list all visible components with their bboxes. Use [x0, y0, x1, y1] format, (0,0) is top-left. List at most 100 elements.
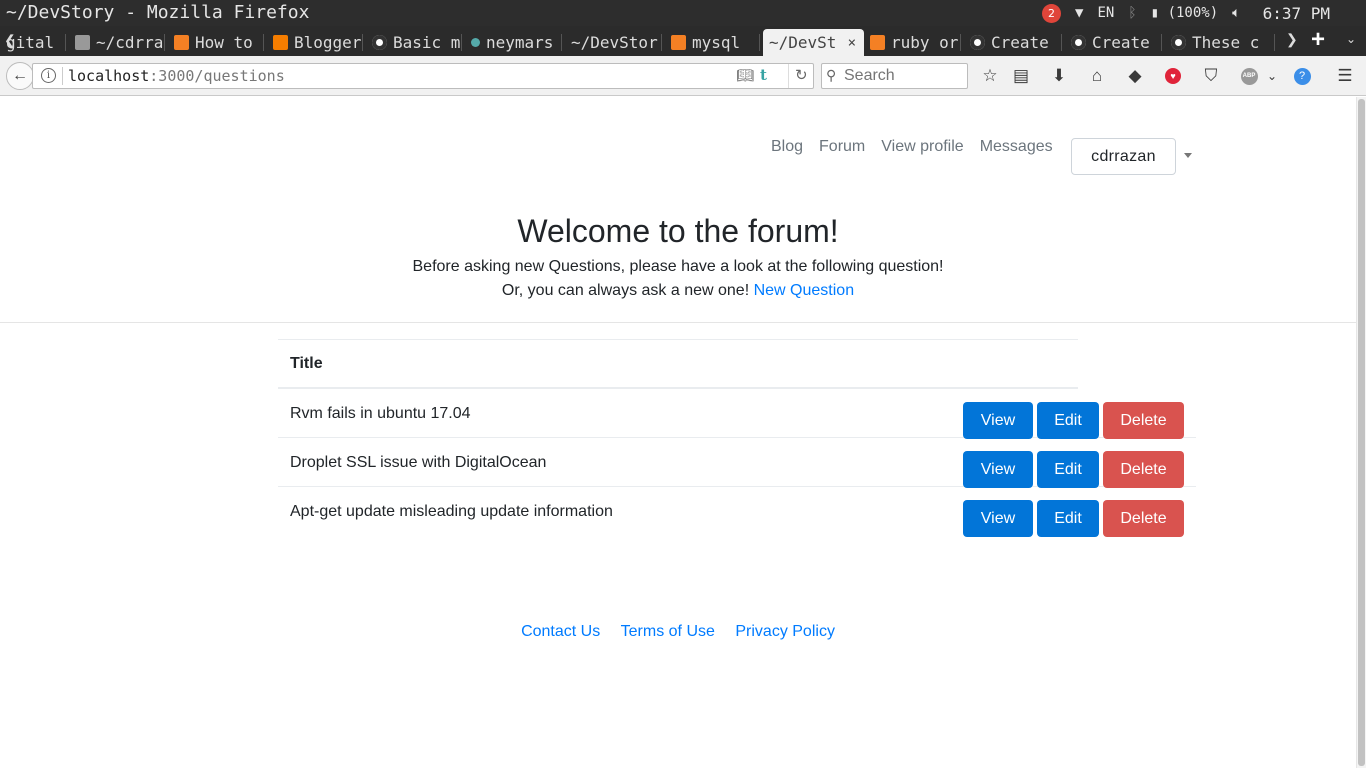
- tab-stackexchange-icon: [174, 35, 189, 50]
- url-bar[interactable]: i localhost:3000/questions 📖︎ t ↻: [32, 63, 814, 89]
- browser-tab[interactable]: Create: [1065, 29, 1162, 56]
- url-path: :3000/questions: [149, 67, 285, 85]
- tab-label: ~/DevStor: [571, 33, 658, 52]
- column-header-title: Title: [290, 355, 323, 372]
- volume-icon[interactable]: 🔈︎: [1232, 5, 1240, 21]
- scrollbar-thumb[interactable]: [1358, 99, 1365, 766]
- new-tab-button[interactable]: +: [1311, 26, 1325, 54]
- tab-blogger-icon: [273, 35, 288, 50]
- close-tab-icon[interactable]: ×: [848, 35, 856, 51]
- battery-indicator[interactable]: ▮ (100%): [1151, 5, 1218, 21]
- downloads-icon[interactable]: ⬇: [1048, 65, 1070, 87]
- view-button[interactable]: View: [963, 451, 1033, 488]
- reader-view-icon[interactable]: 📖︎: [736, 67, 754, 84]
- tab-github-icon: [970, 35, 985, 50]
- page-scrollbar[interactable]: [1356, 97, 1366, 768]
- extension-mask-icon[interactable]: ◆: [1124, 65, 1146, 87]
- browser-tab[interactable]: ~/DevStor: [565, 29, 662, 56]
- browser-tab[interactable]: ~/cdrra: [69, 29, 165, 56]
- view-button[interactable]: View: [963, 500, 1033, 537]
- url-text[interactable]: localhost:3000/questions: [68, 67, 285, 85]
- browser-tab[interactable]: Create: [964, 29, 1062, 56]
- tab-label: Create: [1092, 33, 1150, 52]
- question-title: Apt-get update misleading update informa…: [290, 503, 613, 520]
- bluetooth-icon[interactable]: ᛒ: [1128, 5, 1136, 21]
- delete-button[interactable]: Delete: [1103, 500, 1184, 537]
- search-input[interactable]: [844, 66, 962, 86]
- system-tray: 2 ▼ EN ᛒ ▮ (100%) 🔈︎ 6:37 PM: [1042, 0, 1366, 26]
- tab-loading-icon: [471, 38, 480, 47]
- browser-tab[interactable]: ~/DevSt ×: [763, 29, 864, 56]
- tab-strip: ❮ gital ~/cdrra How to Blogger Basic m neymar…: [0, 26, 1366, 56]
- tab-label: Create: [991, 33, 1049, 52]
- browser-tab[interactable]: neymars: [465, 29, 562, 56]
- home-icon[interactable]: ⌂: [1086, 65, 1108, 87]
- keyboard-layout[interactable]: EN: [1097, 5, 1114, 21]
- page-content: Blog Forum View profile Messages cdrraza…: [0, 97, 1356, 768]
- edit-button[interactable]: Edit: [1037, 500, 1099, 537]
- tab-label: Blogger: [294, 33, 362, 52]
- help-extension-icon[interactable]: ?: [1291, 65, 1313, 87]
- tab-page-icon: [75, 35, 90, 50]
- back-button[interactable]: ←: [6, 62, 34, 90]
- url-host: localhost: [68, 67, 150, 85]
- tab-label: neymars: [486, 33, 554, 52]
- menu-hamburger-icon[interactable]: ☰: [1334, 65, 1356, 87]
- table-header: Title: [278, 339, 1078, 389]
- tab-label: ~/DevSt: [769, 33, 837, 52]
- lastpass-icon[interactable]: ♥: [1162, 65, 1184, 87]
- footer-link-terms-of-use[interactable]: Terms of Use: [621, 623, 715, 640]
- question-title: Droplet SSL issue with DigitalOcean: [290, 454, 547, 471]
- back-arrow-icon: ←: [12, 67, 28, 84]
- browser-tab[interactable]: Basic m: [366, 29, 462, 56]
- scroll-tabs-right-button[interactable]: ❯: [1286, 31, 1298, 48]
- site-info-icon[interactable]: i: [41, 68, 56, 83]
- window-title: ~/DevStory - Mozilla Firefox: [6, 2, 310, 23]
- browser-tab[interactable]: mysql: [665, 29, 760, 56]
- tumblr-icon[interactable]: t: [760, 66, 767, 84]
- pocket-icon[interactable]: ⛉: [1200, 65, 1222, 87]
- question-title: Rvm fails in ubuntu 17.04: [290, 405, 471, 422]
- browser-tab[interactable]: These c: [1165, 29, 1275, 56]
- tab-stackoverflow-icon: [671, 35, 686, 50]
- browser-tab[interactable]: How to: [168, 29, 264, 56]
- nav-link-messages[interactable]: Messages: [980, 138, 1053, 156]
- battery-icon: ▮: [1150, 5, 1160, 21]
- hero-intro: Before asking new Questions, please have…: [412, 258, 944, 275]
- site-nav: Blog Forum View profile Messages: [771, 138, 1069, 156]
- browser-tab[interactable]: gital: [0, 29, 66, 56]
- new-question-link[interactable]: New Question: [754, 282, 855, 299]
- list-all-tabs-button[interactable]: ⌄: [1346, 32, 1356, 46]
- nav-link-forum[interactable]: Forum: [819, 138, 865, 156]
- nav-link-view-profile[interactable]: View profile: [881, 138, 963, 156]
- delete-button[interactable]: Delete: [1103, 451, 1184, 488]
- tab-label: These c: [1192, 33, 1260, 52]
- nav-link-blog[interactable]: Blog: [771, 138, 803, 156]
- delete-button[interactable]: Delete: [1103, 402, 1184, 439]
- notification-badge[interactable]: 2: [1042, 3, 1061, 23]
- edit-button[interactable]: Edit: [1037, 402, 1099, 439]
- clock[interactable]: 6:37 PM: [1263, 4, 1330, 23]
- chevron-down-icon[interactable]: [1184, 153, 1192, 158]
- tab-stackoverflow-icon: [870, 35, 885, 50]
- reload-icon[interactable]: ↻: [788, 64, 808, 88]
- adblock-icon[interactable]: ABP: [1238, 65, 1260, 87]
- view-button[interactable]: View: [963, 402, 1033, 439]
- bookmark-star-icon[interactable]: ☆: [979, 65, 1001, 87]
- browser-tab[interactable]: ruby or: [864, 29, 961, 56]
- adblock-badge: ABP: [1240, 67, 1258, 85]
- user-menu-button[interactable]: cdrrazan: [1071, 138, 1176, 175]
- browser-toolbar: ← i localhost:3000/questions 📖︎ t ↻ ⚲ ☆ …: [0, 56, 1366, 96]
- tab-github-icon: [372, 35, 387, 50]
- search-box[interactable]: ⚲: [821, 63, 968, 89]
- footer-link-privacy-policy[interactable]: Privacy Policy: [735, 623, 835, 640]
- chevron-down-icon[interactable]: ⌄: [1261, 65, 1283, 87]
- browser-tab[interactable]: Blogger: [267, 29, 363, 56]
- wifi-icon[interactable]: ▼: [1075, 5, 1083, 21]
- edit-button[interactable]: Edit: [1037, 451, 1099, 488]
- table-row: Apt-get update misleading update informa…: [278, 487, 1196, 537]
- tab-label: ruby or: [891, 33, 959, 52]
- hero-cta-text: Or, you can always ask a new one!: [501, 282, 750, 299]
- footer-link-contact-us[interactable]: Contact Us: [521, 623, 600, 640]
- bookmarks-list-icon[interactable]: ▤: [1010, 65, 1032, 87]
